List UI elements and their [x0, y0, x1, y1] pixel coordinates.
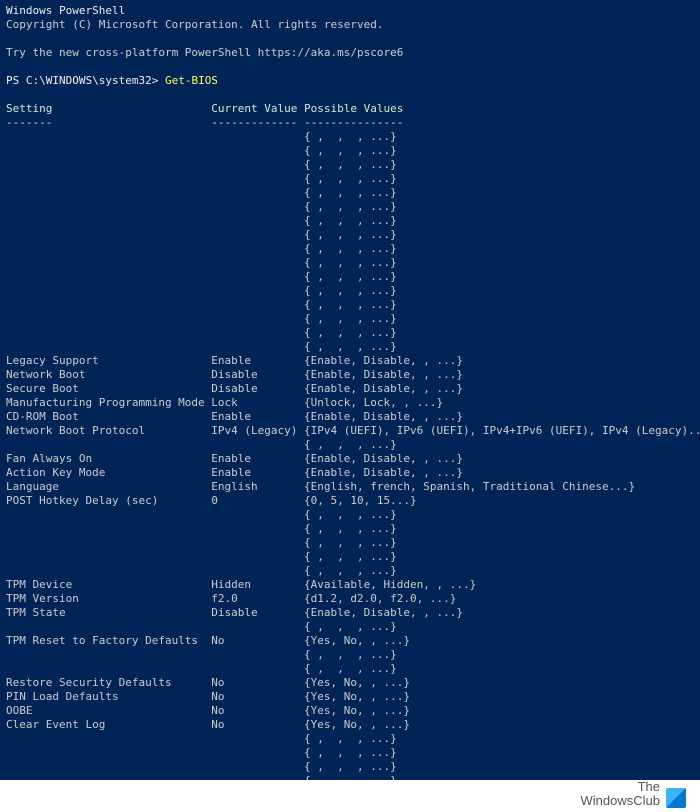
ps-copyright: Copyright (C) Microsoft Corporation. All…	[6, 18, 384, 31]
ps-try-line: Try the new cross-platform PowerShell ht…	[6, 46, 403, 59]
table-header: Setting Current Value Possible Values	[6, 102, 403, 115]
windowsclub-logo-icon	[666, 788, 686, 808]
ps-prompt-1: PS C:\WINDOWS\system32>	[6, 74, 165, 87]
watermark: The WindowsClub	[581, 780, 686, 808]
ps-title: Windows PowerShell	[6, 4, 125, 17]
ps-command: Get-BIOS	[165, 74, 218, 87]
bios-output: { , , , ...} { , , , ...} { , , , ...} {…	[6, 130, 700, 780]
table-header-rule: ------- ------------- ---------------	[6, 116, 403, 129]
watermark-line1: The	[638, 779, 660, 794]
watermark-line2: WindowsClub	[581, 793, 660, 808]
powershell-terminal[interactable]: Windows PowerShell Copyright (C) Microso…	[0, 0, 700, 780]
